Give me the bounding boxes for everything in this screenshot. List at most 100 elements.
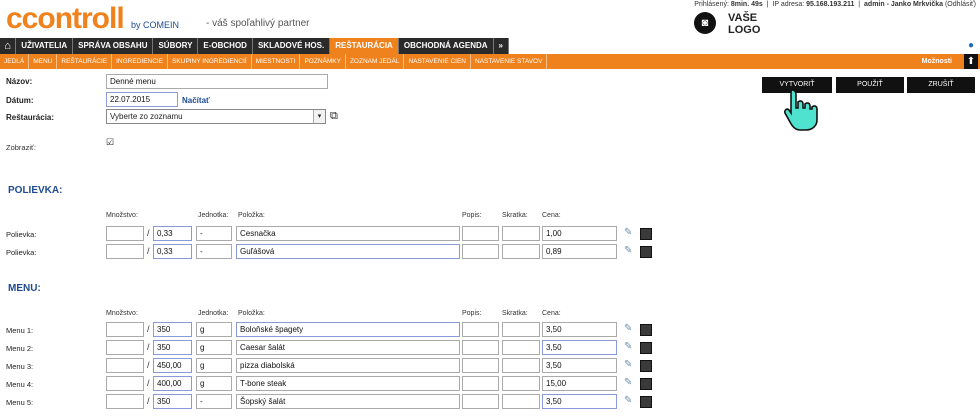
delete-icon[interactable]	[640, 246, 652, 258]
field-abbr[interactable]	[502, 226, 540, 241]
link-icon[interactable]: ⧉	[330, 110, 338, 123]
field-price[interactable]: 3,50	[542, 394, 617, 409]
field-item[interactable]: T-bone steak	[236, 376, 460, 391]
field-item[interactable]: Šopský šalát	[236, 394, 460, 409]
edit-icon[interactable]: ✎	[624, 395, 636, 407]
nav-item-4[interactable]: SKLADOVÉ HOS.	[253, 38, 331, 54]
field-unit[interactable]: g	[196, 376, 232, 391]
field-price[interactable]: 15,00	[542, 376, 617, 391]
field-qty[interactable]	[106, 322, 144, 337]
nav-item-6[interactable]: OBCHODNÁ AGENDA	[399, 38, 494, 54]
field-item[interactable]: Caesar šalát	[236, 340, 460, 355]
field-unit[interactable]: g	[196, 322, 232, 337]
name-input[interactable]: Denné menu	[106, 74, 328, 89]
field-abbr[interactable]	[502, 394, 540, 409]
field-qty[interactable]	[106, 340, 144, 355]
delete-icon[interactable]	[640, 396, 652, 408]
field-abbr[interactable]	[502, 244, 540, 259]
field-qty[interactable]	[106, 226, 144, 241]
field-desc[interactable]	[462, 376, 499, 391]
field-item[interactable]: pizza diabolská	[236, 358, 460, 373]
nav-item-1[interactable]: SPRÁVA OBSAHU	[73, 38, 154, 54]
field-abbr[interactable]	[502, 376, 540, 391]
edit-icon[interactable]: ✎	[624, 377, 636, 389]
field-price[interactable]: 0,89	[542, 244, 617, 259]
subnav-item-5[interactable]: MIESTNOSTI	[252, 54, 301, 69]
field-desc[interactable]	[462, 394, 499, 409]
users-icon[interactable]: ●	[968, 40, 974, 51]
home-icon[interactable]: ⌂	[0, 38, 17, 54]
field-qty[interactable]	[106, 244, 144, 259]
delete-icon[interactable]	[640, 360, 652, 372]
delete-icon[interactable]	[640, 228, 652, 240]
delete-icon[interactable]	[640, 378, 652, 390]
field-amount[interactable]: 350	[153, 322, 192, 337]
subnav-item-9[interactable]: NASTAVENIE STAVOV	[471, 54, 548, 69]
field-price[interactable]: 3,50	[542, 322, 617, 337]
field-desc[interactable]	[462, 340, 499, 355]
field-desc[interactable]	[462, 226, 499, 241]
field-qty[interactable]	[106, 394, 144, 409]
edit-icon[interactable]: ✎	[624, 341, 636, 353]
slash-separator: /	[147, 342, 150, 352]
nav-item-5[interactable]: REŠTAURÁCIA	[330, 38, 399, 54]
subnav-item-0[interactable]: JEDLÁ	[0, 54, 30, 69]
logout-link[interactable]: (Odhlásiť)	[945, 1, 976, 8]
field-price[interactable]: 3,50	[542, 358, 617, 373]
subnav-item-4[interactable]: SKUPINY INGREDIENCIÍ	[168, 54, 252, 69]
use-button[interactable]: POUŽIŤ	[836, 77, 904, 93]
nav-item-3[interactable]: E-OBCHOD	[198, 38, 253, 54]
subnav-item-8[interactable]: NASTAVENIE CIEN	[404, 54, 471, 69]
nav-item-7[interactable]: »	[494, 38, 509, 54]
field-amount[interactable]: 0,33	[153, 226, 192, 241]
field-price[interactable]: 3,50	[542, 340, 617, 355]
cancel-button[interactable]: ZRUŠIŤ	[907, 77, 975, 93]
row-label: Menu 3:	[6, 362, 34, 371]
field-abbr[interactable]	[502, 340, 540, 355]
edit-icon[interactable]: ✎	[624, 245, 636, 257]
restaurant-select[interactable]: Vyberte zo zoznamu ▾	[106, 109, 326, 124]
nav-item-0[interactable]: UŽIVATELIA	[16, 38, 74, 54]
field-price[interactable]: 1,00	[542, 226, 617, 241]
field-item[interactable]: Cesnačka	[236, 226, 460, 241]
scroll-up-icon[interactable]: ⬆	[964, 54, 978, 69]
field-item[interactable]: Boloňské špagety	[236, 322, 460, 337]
field-abbr[interactable]	[502, 358, 540, 373]
field-desc[interactable]	[462, 244, 499, 259]
field-desc[interactable]	[462, 322, 499, 337]
delete-icon[interactable]	[640, 342, 652, 354]
edit-icon[interactable]: ✎	[624, 359, 636, 371]
field-desc[interactable]	[462, 358, 499, 373]
field-amount[interactable]: 350	[153, 340, 192, 355]
field-item[interactable]: Guľášová	[236, 244, 460, 259]
subnav-item-3[interactable]: INGREDIENCIE	[112, 54, 169, 69]
menu-section-title: MENU:	[8, 283, 41, 294]
subnav-item-7[interactable]: ZOZNAM JEDÁL	[346, 54, 405, 69]
field-unit[interactable]: -	[196, 394, 232, 409]
field-unit[interactable]: g	[196, 358, 232, 373]
field-amount[interactable]: 450,00	[153, 358, 192, 373]
row-label: Menu 1:	[6, 326, 34, 335]
edit-icon[interactable]: ✎	[624, 323, 636, 335]
subnav-item-1[interactable]: MENU	[29, 54, 58, 69]
field-qty[interactable]	[106, 358, 144, 373]
restaurant-label: Reštaurácia:	[6, 113, 55, 122]
date-input[interactable]: 22.07.2015	[106, 92, 178, 107]
field-unit[interactable]: g	[196, 340, 232, 355]
edit-icon[interactable]: ✎	[624, 227, 636, 239]
delete-icon[interactable]	[640, 324, 652, 336]
show-checkbox[interactable]: ☑	[106, 137, 114, 148]
col-header-qty: Množstvo:	[106, 310, 138, 317]
load-link[interactable]: Načítať	[182, 96, 210, 105]
field-amount[interactable]: 0,33	[153, 244, 192, 259]
nav-item-2[interactable]: SÚBORY	[153, 38, 199, 54]
options-menu[interactable]: Možnosti	[922, 54, 952, 69]
field-unit[interactable]: -	[196, 244, 232, 259]
field-qty[interactable]	[106, 376, 144, 391]
field-amount[interactable]: 350	[153, 394, 192, 409]
field-unit[interactable]: -	[196, 226, 232, 241]
subnav-item-2[interactable]: REŠTAURÁCIE	[57, 54, 113, 69]
field-abbr[interactable]	[502, 322, 540, 337]
field-amount[interactable]: 400,00	[153, 376, 192, 391]
subnav-item-6[interactable]: POZNÁMKY	[300, 54, 346, 69]
